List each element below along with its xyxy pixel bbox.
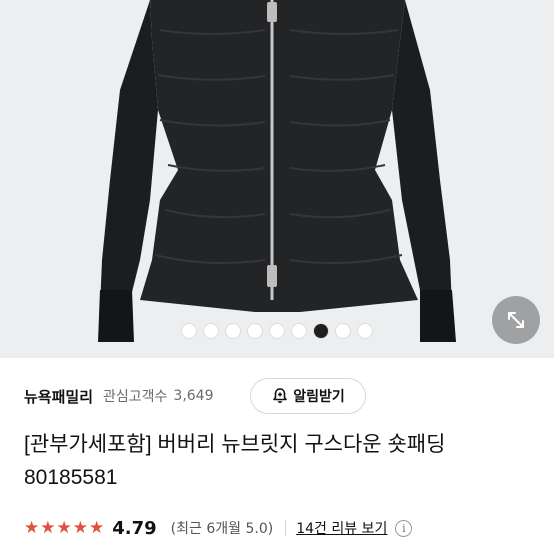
expand-image-button[interactable] <box>492 296 540 344</box>
gallery-dot[interactable] <box>182 324 196 338</box>
star-icon: ★ <box>24 517 40 538</box>
gallery-dot[interactable] <box>204 324 218 338</box>
gallery-dot[interactable] <box>226 324 240 338</box>
rating-row: ★ ★ ★ ★ ★ 4.79 (최근 6개월 5.0) 14건 리뷰 보기 i <box>24 514 544 542</box>
star-icon: ★ <box>56 517 72 538</box>
seller-row: 뉴욕패밀리 관심고객수 3,649 알림받기 <box>24 378 534 414</box>
rating-score: 4.79 <box>112 517 157 539</box>
gallery-dot[interactable] <box>248 324 262 338</box>
star-icon: ★ <box>72 517 88 538</box>
gallery-dot-active[interactable] <box>314 324 328 338</box>
gallery-dot[interactable] <box>292 324 306 338</box>
product-title: [관부가세포함] 버버리 뉴브릿지 구스다운 숏패딩 80185581 <box>24 433 446 489</box>
alarm-subscribe-button[interactable]: 알림받기 <box>250 378 366 414</box>
star-icon: ★ <box>89 517 105 538</box>
expand-arrows-icon <box>508 312 524 328</box>
star-icon: ★ <box>40 517 56 538</box>
gallery-dot[interactable] <box>358 324 372 338</box>
divider <box>285 520 287 536</box>
follower-label: 관심고객수 <box>103 389 168 405</box>
product-image-gallery[interactable] <box>0 0 554 358</box>
product-image <box>98 0 456 342</box>
gallery-dot[interactable] <box>336 324 350 338</box>
gallery-dot[interactable] <box>270 324 284 338</box>
view-reviews-link[interactable]: 14건 리뷰 보기 <box>296 518 387 538</box>
rating-stars: ★ ★ ★ ★ ★ <box>24 517 105 538</box>
alarm-button-label: 알림받기 <box>293 389 345 405</box>
info-icon[interactable]: i <box>395 519 413 537</box>
gallery-pagination <box>0 324 554 340</box>
recent-rating-summary: (최근 6개월 5.0) <box>170 521 274 537</box>
bell-plus-icon <box>273 388 288 403</box>
seller-name[interactable]: 뉴욕패밀리 <box>24 386 93 407</box>
follower-count: 3,649 <box>173 388 214 404</box>
